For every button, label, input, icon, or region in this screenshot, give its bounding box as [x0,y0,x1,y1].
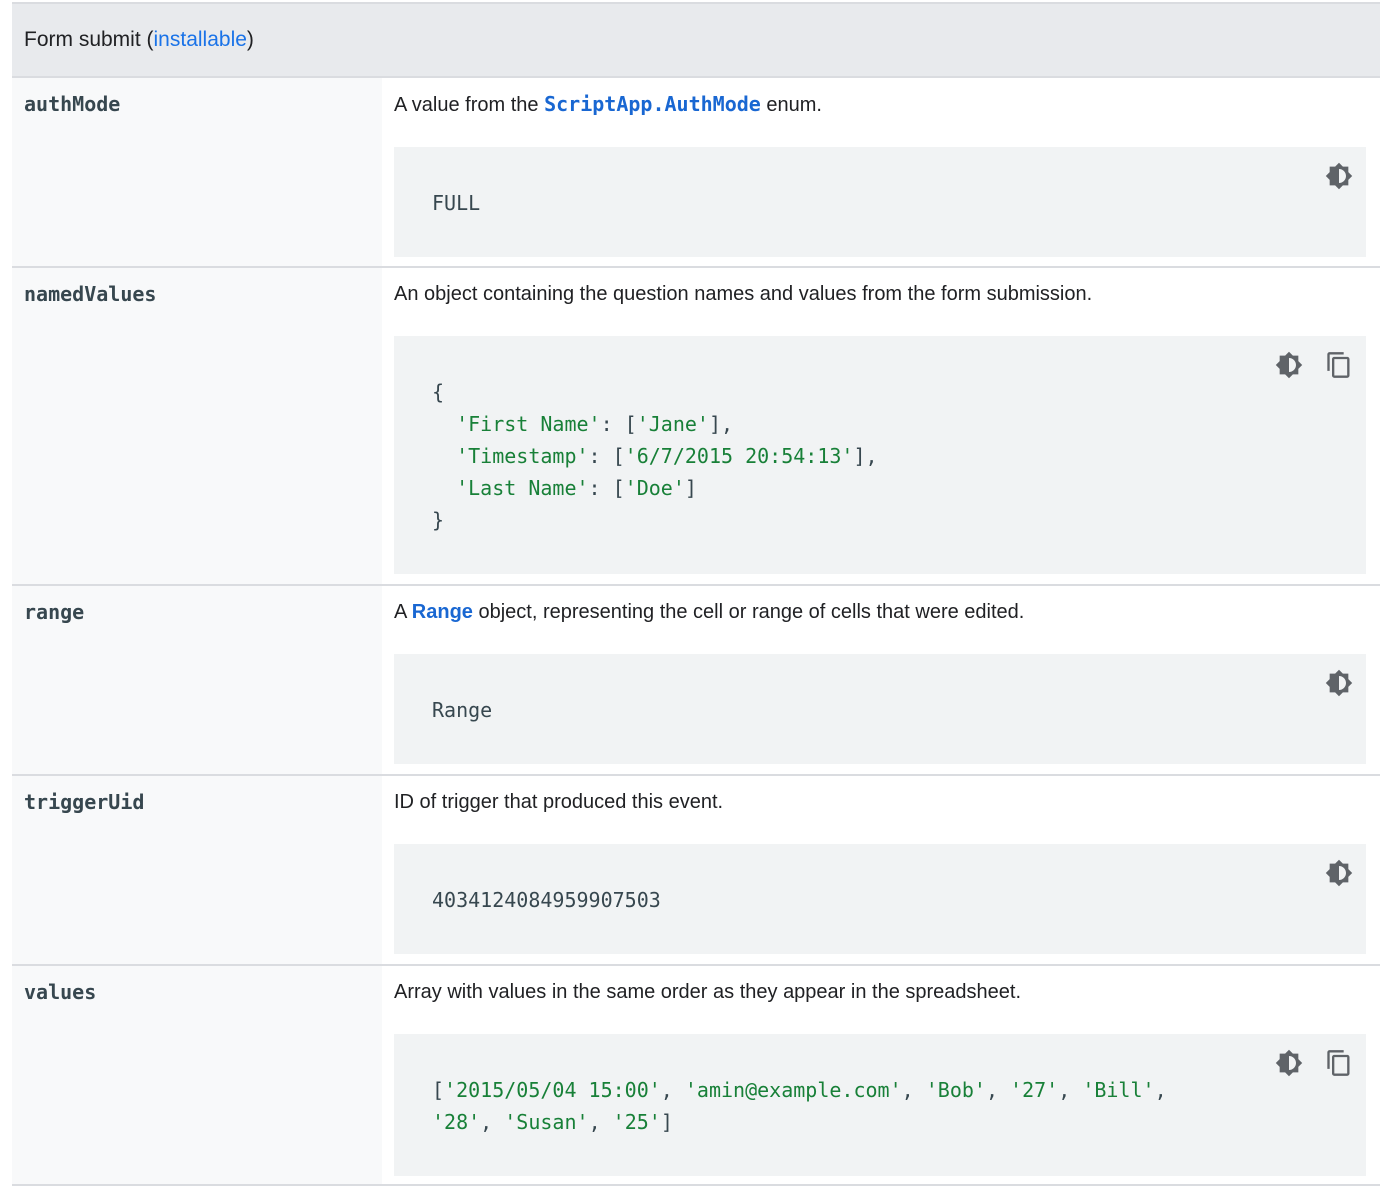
table-row: authMode A value from the ScriptApp.Auth… [12,78,1380,268]
param-name: authMode [12,78,382,266]
code-block: { 'First Name': ['Jane'], 'Timestamp': [… [394,336,1366,574]
brightness-icon[interactable] [1324,161,1354,191]
table-row: range A Range object, representing the c… [12,586,1380,776]
code-tools [1274,350,1354,380]
brightness-icon[interactable] [1274,1048,1304,1078]
description-text: An object containing the question names … [394,283,1093,305]
code-line: } [432,508,445,532]
table-row: namedValues An object containing the que… [12,268,1380,586]
description-prefix: A value from the [394,94,545,116]
code-line: 'Timestamp': ['6/7/2015 20:54:13'], [456,444,878,468]
code-tools [1324,668,1354,698]
description-suffix: object, representing the cell or range o… [472,601,1025,623]
code-block: ['2015/05/04 15:00', 'amin@example.com',… [394,1034,1366,1176]
description-text: A value from the ScriptApp.AuthMode enum… [394,90,1366,119]
param-name: range [12,586,382,774]
param-name: namedValues [12,268,382,584]
code-text: FULL [432,191,481,215]
code-line: '28', 'Susan', '25'] [432,1110,673,1134]
copy-icon[interactable] [1324,350,1354,380]
event-object-table: Form submit (installable) authMode A val… [12,2,1380,1186]
description-text: ID of trigger that produced this event. [394,791,724,813]
code-tools [1324,858,1354,888]
param-description: Array with values in the same order as t… [382,966,1380,1184]
param-name: triggerUid [12,776,382,964]
param-description: A Range object, representing the cell or… [382,586,1380,774]
param-description: A value from the ScriptApp.AuthMode enum… [382,78,1380,266]
range-link[interactable]: Range [412,601,473,623]
param-name: values [12,966,382,1184]
copy-icon[interactable] [1324,1048,1354,1078]
brightness-icon[interactable] [1274,350,1304,380]
code-text: 4034124084959907503 [432,888,661,912]
code-block: Range [394,654,1366,764]
code-line: 'Last Name': ['Doe'] [456,476,697,500]
code-block: FULL [394,147,1366,257]
code-tools [1324,161,1354,191]
code-block: 4034124084959907503 [394,844,1366,954]
code-tools [1274,1048,1354,1078]
brightness-icon[interactable] [1324,668,1354,698]
code-line: 'First Name': ['Jane'], [456,412,734,436]
description-text: Array with values in the same order as t… [394,981,1022,1003]
description-text: A Range object, representing the cell or… [394,598,1366,626]
code-line: { [432,380,445,404]
header-suffix: ) [246,28,254,51]
brightness-icon[interactable] [1324,858,1354,888]
description-prefix: A [394,601,412,623]
table-row: triggerUid ID of trigger that produced t… [12,776,1380,966]
table-header: Form submit (installable) [12,4,1380,78]
param-description: ID of trigger that produced this event. … [382,776,1380,964]
param-description: An object containing the question names … [382,268,1380,584]
header-prefix: Form submit ( [24,28,154,51]
authmode-link[interactable]: ScriptApp.AuthMode [544,92,761,116]
table-row: values Array with values in the same ord… [12,966,1380,1184]
code-line: ['2015/05/04 15:00', 'amin@example.com',… [432,1078,1167,1102]
description-suffix: enum. [760,94,822,116]
installable-link[interactable]: installable [154,28,247,52]
code-text: Range [432,698,493,722]
